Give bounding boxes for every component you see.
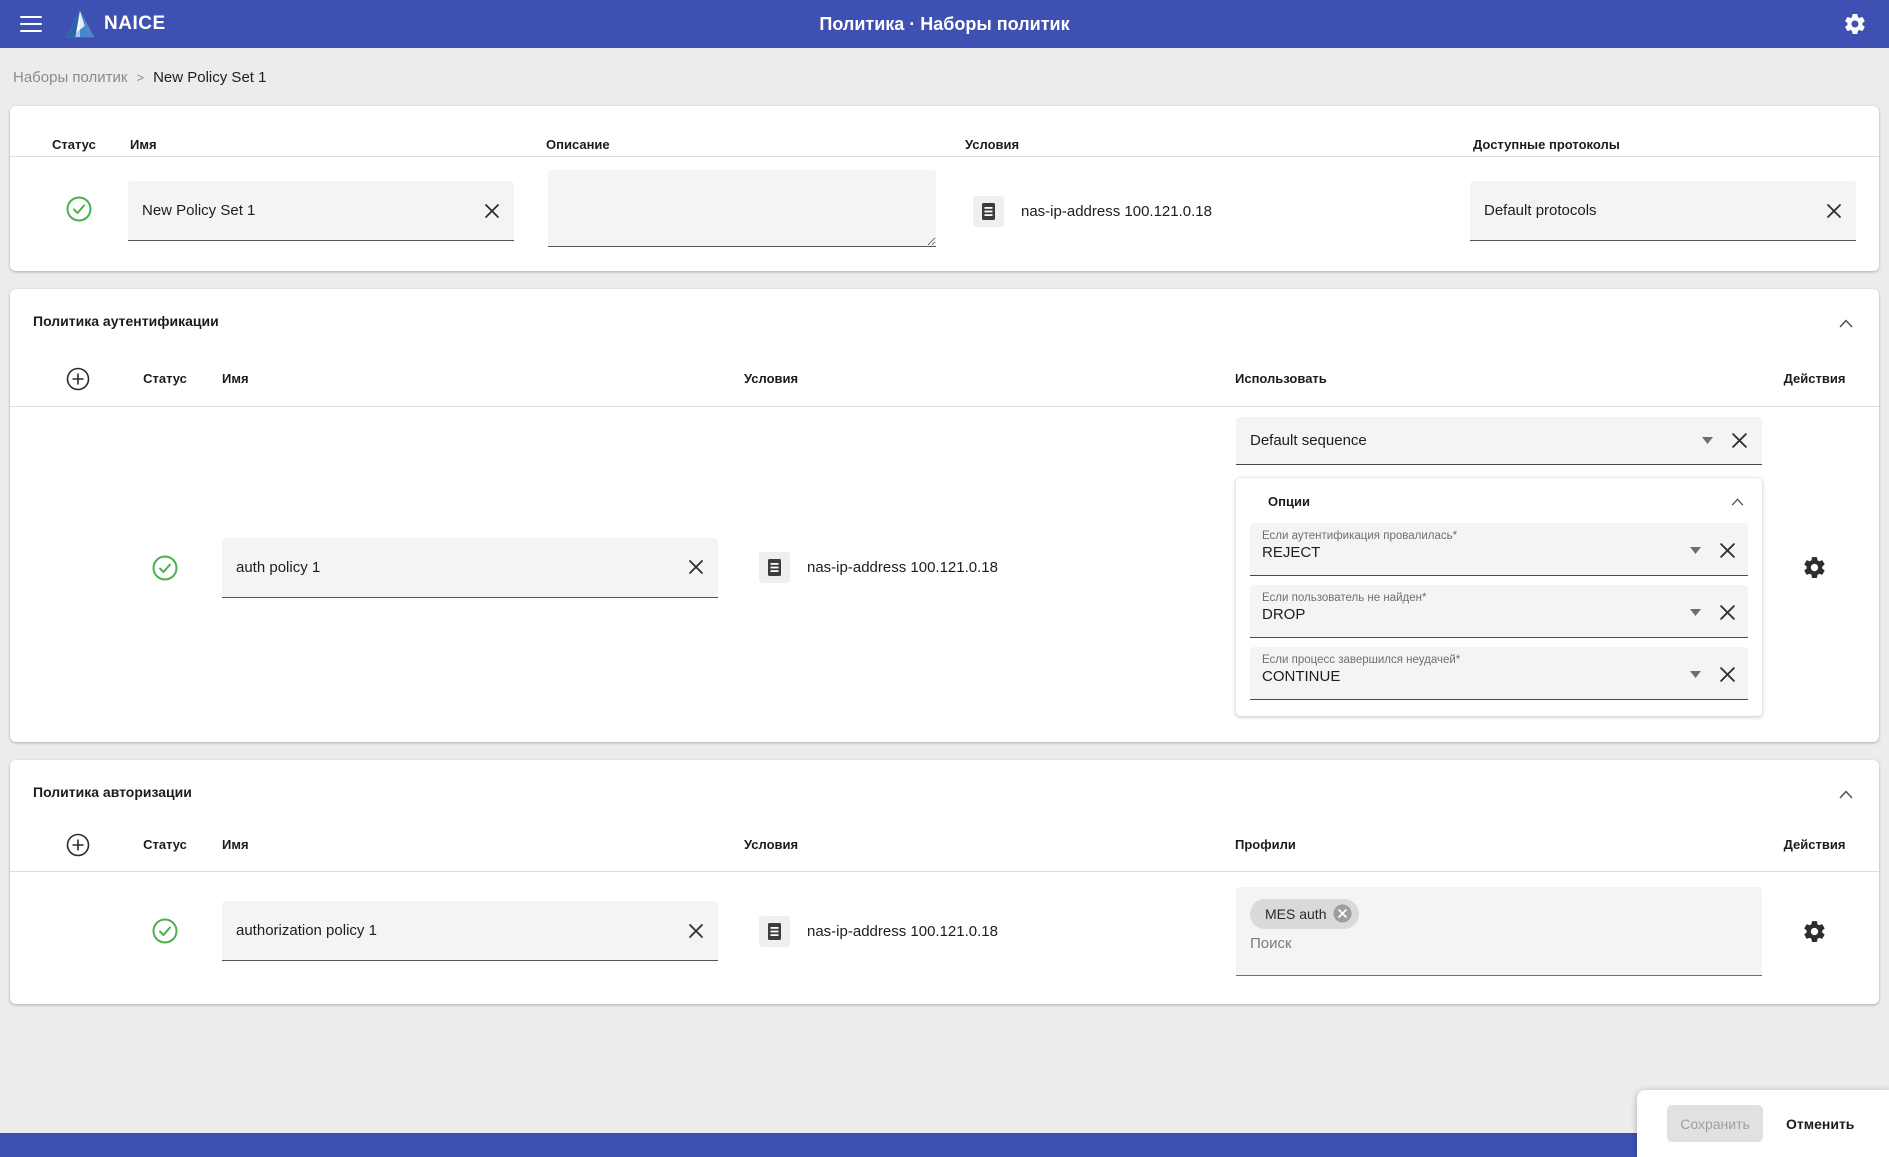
authentication-policy-title: Политика аутентификации [10, 289, 1879, 329]
column-actions: Действия [1784, 837, 1846, 852]
if-user-not-found-value: DROP [1262, 606, 1690, 623]
profiles-search-input[interactable] [1250, 935, 1550, 952]
check-circle-icon [66, 196, 92, 222]
auth-rule-actions-gear-icon[interactable] [1802, 555, 1827, 580]
policy-set-condition: nas-ip-address 100.121.0.18 [1021, 203, 1212, 220]
if-process-failed-value: CONTINUE [1262, 668, 1690, 685]
collapse-authorization-icon[interactable] [1839, 786, 1855, 798]
options-panel: Опции Если аутентификация провалилась* R… [1236, 478, 1762, 716]
protocols-input[interactable] [1484, 202, 1818, 219]
brand-name: NAICE [104, 13, 166, 35]
clear-sequence-icon[interactable] [1731, 432, 1748, 449]
check-circle-icon [152, 918, 178, 944]
caret-down-icon [1690, 609, 1701, 616]
clear-authz-name-icon[interactable] [680, 923, 704, 939]
protocols-field[interactable] [1470, 181, 1856, 241]
condition-list-icon[interactable] [759, 916, 790, 947]
save-button[interactable]: Сохранить [1667, 1105, 1763, 1142]
policy-set-name-field[interactable] [128, 181, 514, 241]
clear-if-user-not-found-icon[interactable] [1719, 604, 1736, 621]
column-name: Имя [130, 137, 157, 152]
clear-if-auth-failed-icon[interactable] [1719, 542, 1736, 559]
column-status: Статус [143, 837, 187, 852]
auth-rule-condition: nas-ip-address 100.121.0.18 [807, 559, 998, 576]
brand: NAICE [64, 9, 166, 39]
clear-if-process-failed-icon[interactable] [1719, 666, 1736, 683]
column-name: Имя [222, 371, 249, 386]
authz-rule-name-input[interactable] [236, 922, 680, 939]
auth-rule-name-field[interactable] [222, 538, 718, 598]
column-status: Статус [143, 371, 187, 386]
authz-rule-name-field[interactable] [222, 901, 718, 961]
column-conditions: Условия [965, 137, 1019, 152]
cancel-button[interactable]: Отменить [1786, 1116, 1854, 1132]
column-status: Статус [52, 137, 96, 152]
policy-set-card: Статус Имя Описание Условия Доступные пр… [10, 106, 1879, 271]
actions-card: Сохранить Отменить [1637, 1090, 1889, 1157]
if-process-failed-select[interactable]: Если процесс завершился неудачей* CONTIN… [1250, 647, 1748, 700]
clear-auth-name-icon[interactable] [680, 559, 704, 575]
clear-name-icon[interactable] [476, 203, 500, 219]
column-name: Имя [222, 837, 249, 852]
authentication-header-row: Статус Имя Условия Использовать Действия [10, 329, 1879, 406]
sequence-value: Default sequence [1250, 432, 1702, 449]
caret-down-icon [1690, 671, 1701, 678]
authentication-rule-row: nas-ip-address 100.121.0.18 Default sequ… [10, 407, 1879, 728]
column-actions: Действия [1784, 371, 1846, 386]
authentication-policy-card: Политика аутентификации Статус Имя Услов… [10, 289, 1879, 742]
sequence-select[interactable]: Default sequence [1236, 417, 1762, 465]
add-authentication-rule-icon[interactable] [66, 367, 90, 391]
condition-list-icon[interactable] [973, 196, 1004, 227]
if-user-not-found-label: Если пользователь не найден* [1262, 592, 1690, 604]
policy-set-header-row: Статус Имя Описание Условия Доступные пр… [10, 106, 1879, 156]
column-use: Использовать [1235, 371, 1327, 386]
condition-list-icon[interactable] [759, 552, 790, 583]
authorization-header-row: Статус Имя Условия Профили Действия [10, 800, 1879, 871]
policy-set-name-input[interactable] [142, 202, 476, 219]
if-user-not-found-select[interactable]: Если пользователь не найден* DROP [1250, 585, 1748, 638]
app-bar: NAICE Политика · Наборы политик [0, 0, 1889, 48]
check-circle-icon [152, 555, 178, 581]
auth-rule-name-input[interactable] [236, 559, 680, 576]
if-auth-failed-select[interactable]: Если аутентификация провалилась* REJECT [1250, 523, 1748, 576]
authorization-rule-row: nas-ip-address 100.121.0.18 MES auth [10, 872, 1879, 990]
remove-chip-icon[interactable] [1333, 904, 1352, 923]
breadcrumb: Наборы политик > New Policy Set 1 [0, 48, 1889, 106]
caret-down-icon [1690, 547, 1701, 554]
clear-protocols-icon[interactable] [1818, 203, 1842, 219]
column-conditions: Условия [744, 371, 798, 386]
profile-chip-label: MES auth [1265, 906, 1326, 922]
footer-bar [0, 1133, 1889, 1157]
options-title: Опции [1268, 494, 1310, 509]
breadcrumb-parent-link[interactable]: Наборы политик [13, 69, 127, 86]
breadcrumb-current: New Policy Set 1 [153, 69, 266, 86]
profile-chip[interactable]: MES auth [1250, 899, 1359, 929]
column-profiles: Профили [1235, 837, 1296, 852]
authz-rule-condition: nas-ip-address 100.121.0.18 [807, 923, 998, 940]
authorization-policy-title: Политика авторизации [10, 760, 1879, 800]
settings-gear-icon[interactable] [1841, 10, 1869, 38]
naice-logo-icon [64, 9, 96, 39]
menu-icon[interactable] [20, 16, 42, 32]
collapse-options-icon[interactable] [1731, 498, 1744, 506]
page-title: Политика · Наборы политик [0, 14, 1889, 35]
column-protocols: Доступные протоколы [1473, 137, 1620, 152]
caret-down-icon [1702, 437, 1713, 444]
authorization-policy-card: Политика авторизации Статус Имя Условия … [10, 760, 1879, 1004]
if-process-failed-label: Если процесс завершился неудачей* [1262, 654, 1690, 666]
collapse-authentication-icon[interactable] [1839, 315, 1855, 327]
column-conditions: Условия [744, 837, 798, 852]
description-textarea[interactable] [548, 170, 936, 247]
breadcrumb-separator: > [136, 70, 144, 85]
if-auth-failed-value: REJECT [1262, 544, 1690, 561]
if-auth-failed-label: Если аутентификация провалилась* [1262, 530, 1690, 542]
add-authorization-rule-icon[interactable] [66, 833, 90, 857]
authz-rule-actions-gear-icon[interactable] [1802, 919, 1827, 944]
column-description: Описание [546, 137, 610, 152]
policy-set-row: nas-ip-address 100.121.0.18 [10, 157, 1879, 271]
profiles-field[interactable]: MES auth [1236, 887, 1762, 976]
